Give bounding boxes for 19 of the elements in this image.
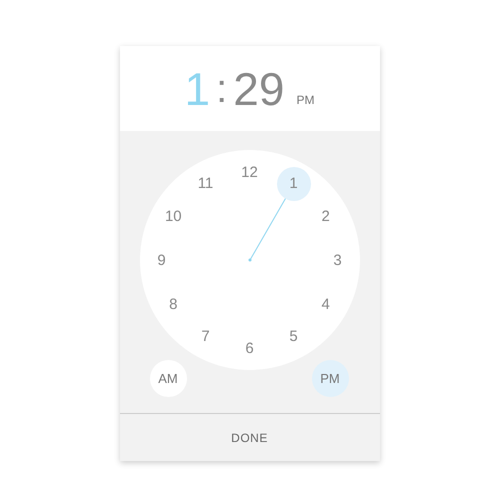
clock-number[interactable]: 11 (188, 166, 222, 201)
clock-hand (248, 198, 286, 262)
clock-number[interactable]: 9 (144, 243, 178, 277)
meridiem-button[interactable]: AM (150, 360, 186, 397)
clock-number[interactable]: 3 (320, 243, 354, 277)
clock-number[interactable]: 8 (156, 287, 190, 321)
meridiem-label: PM (296, 93, 314, 107)
done-button[interactable]: DONE (120, 413, 380, 461)
clock-number[interactable]: 4 (308, 287, 343, 321)
clock-number[interactable]: 12 (232, 155, 266, 189)
minutes-display[interactable]: 29 (233, 66, 284, 112)
clock-number[interactable]: 1 (276, 166, 310, 201)
time-separator: : (216, 68, 228, 108)
clock-number[interactable]: 7 (188, 319, 222, 354)
clock-number[interactable]: 5 (276, 319, 310, 354)
clock-number[interactable]: 10 (156, 199, 190, 233)
clock-number[interactable]: 6 (232, 331, 266, 365)
meridiem-button[interactable]: PM (312, 360, 348, 397)
clock-number[interactable]: 2 (308, 199, 343, 233)
